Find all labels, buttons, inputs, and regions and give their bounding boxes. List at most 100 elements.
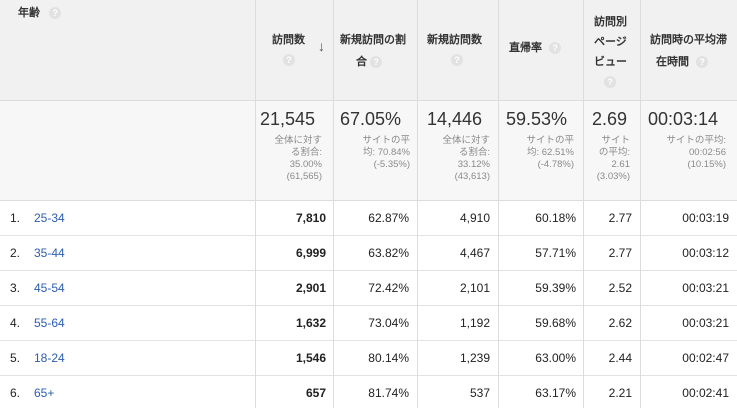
cell-pages: 2.77 bbox=[608, 246, 632, 260]
column-divider bbox=[583, 0, 584, 408]
cell-new-rate: 63.82% bbox=[368, 246, 409, 260]
cell-duration: 00:03:21 bbox=[682, 316, 729, 330]
help-icon[interactable]: ? bbox=[283, 54, 295, 66]
summary-new-visits: 14,446 bbox=[427, 109, 483, 129]
table-row: 3. 45-54 2,901 72.42% 2,101 59.39% 2.52 … bbox=[0, 271, 737, 306]
cell-pages: 2.44 bbox=[608, 351, 632, 365]
cell-new-rate: 72.42% bbox=[368, 281, 409, 295]
summary-duration: 00:03:14 bbox=[648, 109, 719, 129]
age-link[interactable]: 55-64 bbox=[34, 306, 65, 341]
table-row: 2. 35-44 6,999 63.82% 4,467 57.71% 2.77 … bbox=[0, 236, 737, 271]
cell-new-visits: 537 bbox=[469, 386, 490, 400]
header-new-visit-rate-label: 新規訪問の割 bbox=[340, 34, 406, 46]
header-visits[interactable]: 訪問数 bbox=[272, 29, 305, 51]
table-header: 年齢 ? 訪問数 ↓ ? 新規訪問の割 合 ? 新規訪問数 ? 直帰率 ? 訪問… bbox=[0, 0, 737, 101]
age-link[interactable]: 25-34 bbox=[34, 201, 65, 236]
help-icon[interactable]: ? bbox=[451, 54, 463, 66]
column-divider bbox=[333, 0, 334, 408]
header-pages-label-1: 訪問別 bbox=[594, 16, 627, 28]
summary-pages-detail: サイト の平均: 2.61 (3.03%) bbox=[596, 135, 630, 182]
summary-visits-detail: 全体に対す る割合: 35.00% (61,565) bbox=[274, 135, 322, 182]
cell-duration: 00:03:12 bbox=[682, 246, 729, 260]
cell-duration: 00:02:47 bbox=[682, 351, 729, 365]
table-row: 1. 25-34 7,810 62.87% 4,910 60.18% 2.77 … bbox=[0, 201, 737, 236]
row-index: 6. bbox=[10, 386, 21, 400]
cell-visits: 6,999 bbox=[295, 246, 326, 260]
cell-new-rate: 62.87% bbox=[368, 211, 409, 225]
summary-duration-detail: サイトの平均: 00:02:56 (10.15%) bbox=[666, 135, 726, 170]
summary-bounce-detail: サイトの平 均: 62.51% (-4.78%) bbox=[526, 135, 574, 170]
cell-visits: 2,901 bbox=[295, 281, 326, 295]
column-divider bbox=[417, 0, 418, 408]
arrow-down-icon[interactable]: ↓ bbox=[318, 38, 325, 54]
summary-row: 21,545 全体に対す る割合: 35.00% (61,565) 67.05% サイ… bbox=[0, 101, 737, 201]
age-link[interactable]: 35-44 bbox=[34, 236, 65, 271]
cell-bounce: 63.17% bbox=[535, 386, 576, 400]
row-index: 4. bbox=[10, 316, 21, 330]
row-index: 3. bbox=[10, 281, 21, 295]
summary-visits: 21,545 bbox=[260, 109, 316, 129]
column-divider bbox=[255, 0, 256, 408]
summary-new-rate: 67.05% bbox=[340, 109, 402, 129]
header-pages-per-visit[interactable]: 訪問別 ページ ビュー ? bbox=[594, 12, 627, 92]
cell-visits: 1,546 bbox=[295, 351, 326, 365]
cell-duration: 00:03:19 bbox=[682, 211, 729, 225]
age-link[interactable]: 65+ bbox=[34, 376, 54, 411]
cell-new-visits: 4,910 bbox=[459, 211, 490, 225]
cell-new-rate: 80.14% bbox=[368, 351, 409, 365]
header-new-visits-label: 新規訪問数 bbox=[427, 34, 482, 46]
cell-visits: 657 bbox=[305, 386, 326, 400]
cell-bounce: 59.68% bbox=[535, 316, 576, 330]
column-divider bbox=[640, 0, 641, 408]
age-link[interactable]: 45-54 bbox=[34, 271, 65, 306]
header-avg-duration[interactable]: 訪問時の平均滞 在時間 ? bbox=[650, 29, 727, 73]
age-link[interactable]: 18-24 bbox=[34, 341, 65, 376]
cell-visits: 1,632 bbox=[295, 316, 326, 330]
cell-bounce: 59.39% bbox=[535, 281, 576, 295]
row-index: 1. bbox=[10, 211, 21, 225]
table-row: 4. 55-64 1,632 73.04% 1,192 59.68% 2.62 … bbox=[0, 306, 737, 341]
summary-new-rate-detail: サイトの平 均: 70.84% (-5.35%) bbox=[362, 135, 410, 170]
summary-bounce: 59.53% bbox=[506, 109, 568, 129]
header-avg-duration-label-1: 訪問時の平均滞 bbox=[650, 34, 727, 46]
cell-visits: 7,810 bbox=[295, 211, 326, 225]
help-icon[interactable]: ? bbox=[370, 56, 383, 69]
header-new-visit-rate-label-2: 合 bbox=[356, 56, 367, 68]
header-new-visit-rate[interactable]: 新規訪問の割 合 ? bbox=[340, 29, 406, 73]
cell-new-visits: 1,192 bbox=[459, 316, 490, 330]
header-age[interactable]: 年齢 ? bbox=[18, 2, 62, 24]
cell-bounce: 60.18% bbox=[535, 211, 576, 225]
table-row: 6. 65+ 657 81.74% 537 63.17% 2.21 00:02:… bbox=[0, 376, 737, 408]
cell-bounce: 57.71% bbox=[535, 246, 576, 260]
row-index: 5. bbox=[10, 351, 21, 365]
cell-duration: 00:03:21 bbox=[682, 281, 729, 295]
cell-new-rate: 81.74% bbox=[368, 386, 409, 400]
header-pages-label-2: ページ bbox=[594, 36, 627, 48]
cell-new-visits: 1,239 bbox=[459, 351, 490, 365]
cell-duration: 00:02:41 bbox=[682, 386, 729, 400]
cell-bounce: 63.00% bbox=[535, 351, 576, 365]
analytics-table: 年齢 ? 訪問数 ↓ ? 新規訪問の割 合 ? 新規訪問数 ? 直帰率 ? 訪問… bbox=[0, 0, 737, 408]
header-pages-label-3: ビュー bbox=[594, 56, 627, 68]
cell-new-rate: 73.04% bbox=[368, 316, 409, 330]
header-age-label: 年齢 bbox=[18, 7, 40, 19]
header-avg-duration-label-2: 在時間 bbox=[656, 56, 689, 68]
help-icon[interactable]: ? bbox=[696, 56, 709, 69]
summary-new-visits-detail: 全体に対す る割合: 33.12% (43,613) bbox=[442, 135, 490, 182]
help-icon[interactable]: ? bbox=[549, 42, 562, 55]
header-new-visits[interactable]: 新規訪問数 bbox=[427, 29, 482, 51]
help-icon[interactable]: ? bbox=[604, 76, 616, 89]
cell-new-visits: 2,101 bbox=[459, 281, 490, 295]
column-divider bbox=[498, 0, 499, 408]
header-visits-label: 訪問数 bbox=[272, 34, 305, 46]
cell-new-visits: 4,467 bbox=[459, 246, 490, 260]
cell-pages: 2.62 bbox=[608, 316, 632, 330]
header-bounce-rate-label: 直帰率 bbox=[509, 42, 542, 54]
cell-pages: 2.77 bbox=[608, 211, 632, 225]
help-icon[interactable]: ? bbox=[49, 7, 62, 20]
row-index: 2. bbox=[10, 246, 21, 260]
header-bounce-rate[interactable]: 直帰率 ? bbox=[509, 37, 562, 59]
cell-pages: 2.21 bbox=[608, 386, 632, 400]
table-row: 5. 18-24 1,546 80.14% 1,239 63.00% 2.44 … bbox=[0, 341, 737, 376]
summary-pages: 2.69 bbox=[592, 109, 628, 129]
